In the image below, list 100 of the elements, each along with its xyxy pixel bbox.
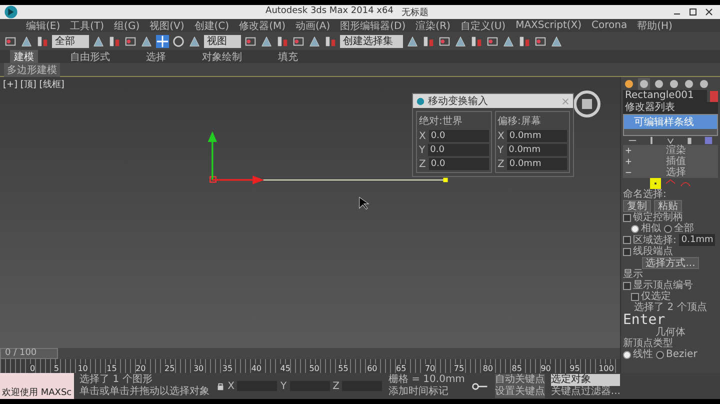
axis-label: Z	[332, 380, 340, 392]
rollout-header[interactable]: 选择	[623, 167, 718, 178]
vertex-mode-icon[interactable]	[650, 178, 661, 189]
frame-number: 50	[309, 364, 320, 373]
ribbon-panel-title[interactable]: 多边形建模	[4, 62, 60, 76]
menu-item[interactable]: 帮助(H)	[637, 18, 672, 32]
grid-size-text: 栅格 = 10.0mm	[388, 374, 465, 386]
radio-label: 相似	[641, 223, 661, 234]
frame-number: 60	[367, 364, 378, 373]
object-color-swatch[interactable]	[710, 90, 718, 102]
spinner-field[interactable]: 0.0	[428, 144, 488, 156]
move-icon[interactable]	[156, 34, 169, 48]
radio-button[interactable]	[631, 224, 639, 232]
key-filters-button[interactable]: 关键点过滤器...	[550, 386, 620, 398]
viewport[interactable]: [+] [顶] [线框] 移动变换输入 绝对:世界 X 0.0 Y 0.0 Z 0.0 偏移:屏幕 X 0.0mm Y 0.0mm Z 0.0mm	[0, 77, 620, 348]
radio-button[interactable]	[623, 350, 631, 358]
radio-button[interactable]	[656, 350, 664, 358]
selection-set-field[interactable]: 创建选择集	[340, 34, 403, 48]
menu-item[interactable]: 自定义(U)	[460, 18, 506, 32]
ribbon-tab[interactable]: 建模	[10, 50, 38, 64]
lock-icon[interactable]	[216, 382, 225, 390]
menu-item[interactable]: 视图(V)	[150, 18, 184, 32]
checkbox[interactable]	[623, 248, 631, 256]
frame-number: 25	[164, 364, 175, 373]
radio-button[interactable]	[664, 224, 672, 232]
selection-filter-dropdown[interactable]: 全部	[52, 34, 89, 48]
timeline-ruler[interactable]: 0 5 10 15 20 25 30 35 40 45 50 55 60 65 70 75 80 85 90 95 100	[0, 359, 620, 373]
vertex-handle	[210, 176, 216, 183]
spinner-field[interactable]: 0.0	[428, 158, 488, 170]
keystroke-overlay: Enter	[623, 313, 666, 327]
spinner-field[interactable]: 0.0mm	[506, 144, 567, 156]
frame-number: 90	[540, 364, 551, 373]
maxscript-listener[interactable]: 欢迎使用 MAXSc	[0, 373, 74, 399]
viewport-label[interactable]: [+] [顶] [线框]	[3, 78, 64, 91]
auto-key-button[interactable]: 自动关键点	[494, 374, 545, 386]
copy-button[interactable]: 复制	[623, 200, 651, 212]
checkbox[interactable]	[623, 214, 631, 222]
radio-label: 线性	[633, 349, 653, 360]
viewcube-ring-icon[interactable]	[572, 89, 602, 119]
spinner-field[interactable]: 0.1mm	[679, 234, 716, 246]
select-by-button[interactable]: 选择方式...	[642, 257, 700, 269]
menu-item[interactable]: 编辑(E)	[26, 18, 60, 32]
menu-item[interactable]: Corona	[592, 20, 628, 31]
spinner-field[interactable]: 0.0	[428, 130, 488, 142]
spinner-field[interactable]: 0.0mm	[507, 130, 567, 142]
menu-item[interactable]: 组(G)	[114, 18, 140, 32]
modifier-list-dropdown[interactable]: 修改器列表	[623, 102, 718, 114]
menu-item[interactable]: 渲染(R)	[416, 18, 450, 32]
maximize-icon[interactable]	[688, 7, 698, 17]
time-slider-track[interactable]: 0 / 100	[0, 348, 620, 359]
axis-label: X	[228, 380, 234, 392]
menu-item[interactable]: 修改器(M)	[239, 18, 286, 32]
checkbox-label: 仅选定	[641, 291, 671, 302]
frame-number: 65	[396, 364, 406, 373]
rollout-header[interactable]: 渲染	[623, 145, 718, 156]
sphere-icon[interactable]	[623, 78, 635, 90]
frame-number: 20	[136, 364, 146, 373]
time-slider-thumb[interactable]: 0 / 100	[0, 348, 58, 359]
key-target-dropdown[interactable]: 选定对象	[550, 374, 620, 386]
ribbon-tab[interactable]: 对象绘制	[198, 50, 246, 64]
group-title: 绝对:世界	[419, 114, 464, 128]
status-text: 选择了 1 个图形	[80, 374, 154, 386]
window-title: Autodesk 3ds Max 2014 x64	[266, 6, 394, 18]
axis-label: Z	[419, 158, 426, 170]
ribbon-tab[interactable]: 自由形式	[66, 50, 114, 64]
modifier-stack-item[interactable]: 可编辑样条线	[624, 115, 717, 129]
rollout-header[interactable]: 几何体	[623, 327, 718, 338]
spinner-field[interactable]: 0.0mm	[507, 158, 567, 170]
close-icon[interactable]	[704, 7, 714, 17]
object-name-field[interactable]: Rectangle001	[623, 90, 707, 102]
axis-label: X	[419, 130, 426, 142]
checkbox-label: 区域选择:	[633, 234, 676, 246]
rollout-header[interactable]: 插值	[623, 156, 718, 167]
rotate-icon[interactable]	[172, 34, 185, 48]
selection-status: 选择了 2 个顶点	[633, 302, 708, 313]
frame-number: 70	[424, 364, 436, 373]
paste-button[interactable]: 粘贴	[654, 200, 682, 212]
menu-item[interactable]: 图形编辑器(D)	[340, 18, 406, 32]
reference-coordinate-dropdown[interactable]: 视图	[204, 34, 241, 48]
menu-item[interactable]: 创建(C)	[194, 18, 230, 32]
checkbox[interactable]	[623, 236, 631, 244]
set-key-button[interactable]: 设置关键点	[494, 386, 545, 398]
menu-item[interactable]: 工具(T)	[70, 18, 104, 32]
ribbon-tab[interactable]: 选择	[142, 50, 170, 64]
axis-label: Z	[498, 158, 504, 170]
radio-label: Bezier	[666, 349, 698, 360]
frame-number: 85	[512, 364, 522, 373]
add-time-tag-button[interactable]: 添加时间标记	[388, 386, 465, 398]
menu-item[interactable]: 动画(A)	[296, 18, 330, 32]
checkbox[interactable]	[623, 282, 631, 290]
frame-number: 95	[570, 364, 580, 373]
frame-number: 5	[54, 364, 59, 373]
ribbon-tab[interactable]: 填充	[274, 50, 302, 64]
app-logo-icon[interactable]	[4, 5, 18, 19]
app-logo-icon	[416, 96, 425, 106]
menu-item[interactable]: MAXScript(X)	[516, 20, 582, 31]
key-icon[interactable]	[470, 382, 489, 390]
frame-number: 0	[30, 364, 36, 373]
checkbox[interactable]	[631, 292, 639, 300]
frame-number: 40	[251, 364, 262, 373]
